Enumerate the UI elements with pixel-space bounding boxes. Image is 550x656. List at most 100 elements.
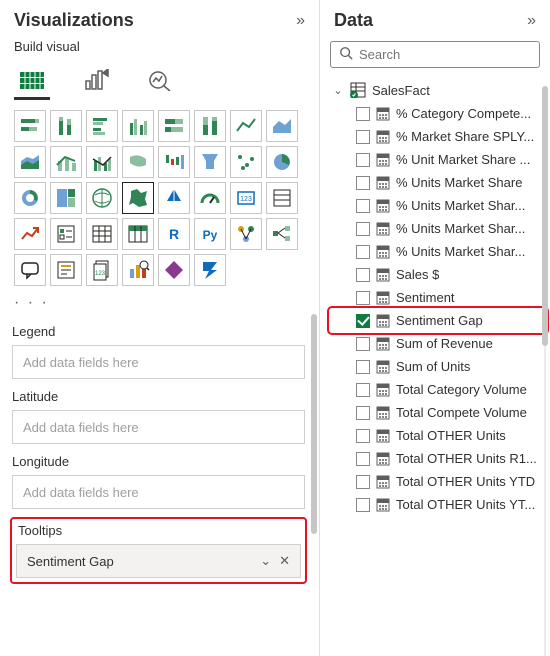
measure-icon	[376, 245, 390, 259]
more-visuals-button[interactable]: · · ·	[0, 290, 319, 314]
viz-narrative[interactable]	[50, 254, 82, 286]
field-checkbox[interactable]	[356, 475, 370, 489]
viz-decomposition-tree[interactable]	[266, 218, 298, 250]
viz-r-visual[interactable]: R	[158, 218, 190, 250]
wells-scrollbar[interactable]	[311, 314, 317, 656]
viz-card[interactable]: 123	[230, 182, 262, 214]
viz-area[interactable]	[266, 110, 298, 142]
field-row[interactable]: % Units Market Shar...	[330, 217, 546, 240]
well-latitude-drop[interactable]: Add data fields here	[12, 410, 305, 444]
analytics-tab[interactable]	[142, 64, 178, 96]
viz-treemap[interactable]	[50, 182, 82, 214]
field-row[interactable]: % Market Share SPLY...	[330, 125, 546, 148]
collapse-data-icon[interactable]: »	[527, 12, 536, 30]
viz-clustered-column[interactable]	[122, 110, 154, 142]
field-row[interactable]: % Units Market Shar...	[330, 194, 546, 217]
viz-paginated[interactable]: 123	[86, 254, 118, 286]
viz-stacked-column[interactable]	[50, 110, 82, 142]
field-checkbox[interactable]	[356, 199, 370, 213]
collapse-viz-icon[interactable]: »	[296, 12, 305, 30]
field-row[interactable]: Sentiment	[330, 286, 546, 309]
field-row[interactable]: Total Category Volume	[330, 378, 546, 401]
viz-matrix[interactable]	[122, 218, 154, 250]
field-checkbox[interactable]	[356, 153, 370, 167]
field-name: Sum of Revenue	[396, 336, 493, 351]
field-checkbox[interactable]	[356, 176, 370, 190]
viz-scatter[interactable]	[230, 146, 262, 178]
field-name: Total OTHER Units YT...	[396, 497, 535, 512]
viz-py-visual[interactable]: Py	[194, 218, 226, 250]
field-row[interactable]: % Category Compete...	[330, 102, 546, 125]
viz-pie[interactable]	[266, 146, 298, 178]
viz-line-stacked-column[interactable]	[50, 146, 82, 178]
format-tab[interactable]	[78, 64, 114, 96]
viz-donut[interactable]	[14, 182, 46, 214]
viz-waterfall[interactable]	[158, 146, 190, 178]
viz-ribbon[interactable]	[122, 146, 154, 178]
field-checkbox[interactable]	[356, 222, 370, 236]
field-checkbox[interactable]	[356, 429, 370, 443]
viz-stacked-bar[interactable]	[14, 110, 46, 142]
viz-powerapps[interactable]	[158, 254, 190, 286]
viz-line-clustered-column[interactable]	[86, 146, 118, 178]
viz-100-stacked-column[interactable]	[194, 110, 226, 142]
viz-table[interactable]	[86, 218, 118, 250]
viz-gauge[interactable]	[194, 182, 226, 214]
field-checkbox[interactable]	[356, 130, 370, 144]
field-row[interactable]: Total OTHER Units R1...	[330, 447, 546, 470]
field-checkbox[interactable]	[356, 452, 370, 466]
well-legend-label: Legend	[12, 324, 305, 339]
field-row[interactable]: Sum of Units	[330, 355, 546, 378]
field-row[interactable]: Total OTHER Units YT...	[330, 493, 546, 516]
viz-multi-row-card[interactable]	[266, 182, 298, 214]
svg-text:R: R	[169, 226, 179, 242]
field-name: % Category Compete...	[396, 106, 531, 121]
field-checkbox[interactable]	[356, 337, 370, 351]
viz-line[interactable]	[230, 110, 262, 142]
field-checkbox[interactable]	[356, 291, 370, 305]
field-checkbox[interactable]	[356, 107, 370, 121]
viz-powerautomate[interactable]	[194, 254, 226, 286]
field-checkbox[interactable]	[356, 245, 370, 259]
viz-key-influencers[interactable]	[230, 218, 262, 250]
viz-100-stacked-bar[interactable]	[158, 110, 190, 142]
viz-stacked-area[interactable]	[14, 146, 46, 178]
chevron-down-icon[interactable]: ⌄	[260, 553, 271, 569]
viz-map[interactable]	[86, 182, 118, 214]
viz-funnel[interactable]	[194, 146, 226, 178]
field-name: Sentiment Gap	[396, 313, 483, 328]
measure-icon	[376, 291, 390, 305]
field-checkbox[interactable]	[356, 383, 370, 397]
field-checkbox[interactable]	[356, 406, 370, 420]
field-row[interactable]: % Unit Market Share ...	[330, 148, 546, 171]
field-checkbox[interactable]	[356, 268, 370, 282]
field-row[interactable]: Total Compete Volume	[330, 401, 546, 424]
well-tooltips-drop[interactable]: Sentiment Gap ⌄ ✕	[16, 544, 301, 578]
viz-kpi[interactable]	[14, 218, 46, 250]
field-row[interactable]: % Units Market Shar...	[330, 240, 546, 263]
field-row[interactable]: % Units Market Share	[330, 171, 546, 194]
field-checkbox[interactable]	[356, 314, 370, 328]
field-row[interactable]: Total OTHER Units	[330, 424, 546, 447]
table-salesfact[interactable]: ⌄ SalesFact	[330, 78, 546, 102]
viz-filled-map[interactable]	[122, 182, 154, 214]
well-legend-drop[interactable]: Add data fields here	[12, 345, 305, 379]
field-row[interactable]: Sum of Revenue	[330, 332, 546, 355]
field-row[interactable]: Sentiment Gap	[330, 309, 546, 332]
viz-azure-map[interactable]	[158, 182, 190, 214]
build-tab[interactable]	[14, 64, 50, 96]
field-checkbox[interactable]	[356, 498, 370, 512]
viz-type-grid: 123RPy123	[0, 96, 319, 290]
viz-slicer[interactable]	[50, 218, 82, 250]
viz-qa[interactable]	[14, 254, 46, 286]
field-checkbox[interactable]	[356, 360, 370, 374]
viz-clustered-bar[interactable]	[86, 110, 118, 142]
viz-arcgis[interactable]	[122, 254, 154, 286]
tree-scrollbar[interactable]	[542, 76, 548, 656]
field-row[interactable]: Sales $	[330, 263, 546, 286]
search-input[interactable]	[359, 47, 535, 62]
search-box[interactable]	[330, 41, 540, 68]
remove-field-icon[interactable]: ✕	[279, 553, 290, 569]
field-row[interactable]: Total OTHER Units YTD	[330, 470, 546, 493]
well-longitude-drop[interactable]: Add data fields here	[12, 475, 305, 509]
